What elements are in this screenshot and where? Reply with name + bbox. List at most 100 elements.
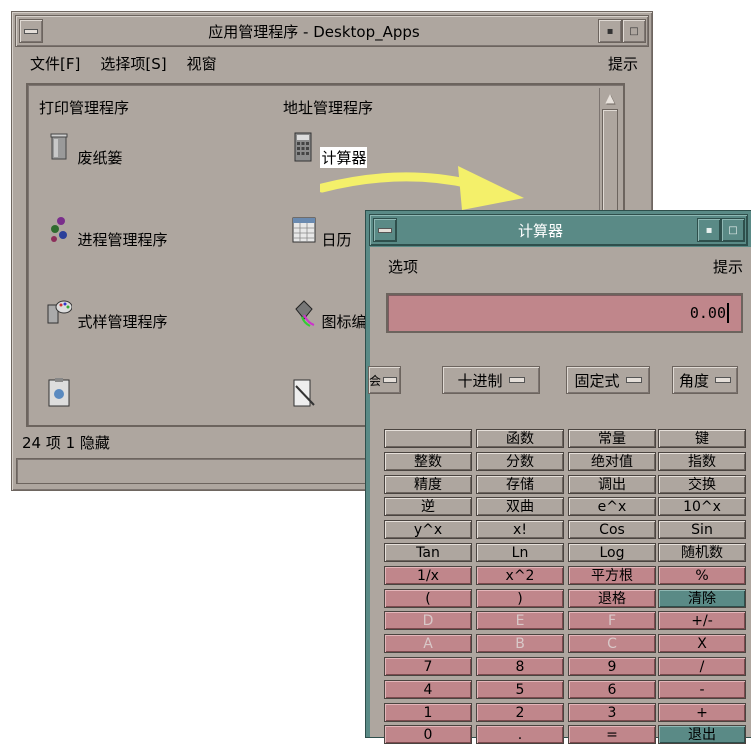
scroll-thumb[interactable] bbox=[602, 109, 618, 211]
palette-icon bbox=[47, 300, 73, 324]
app-manager-menubar: 文件[F] 选择项[S] 视窗 提示 bbox=[16, 50, 648, 76]
calc-key[interactable]: X bbox=[658, 634, 746, 653]
calc-maximize-button[interactable]: □ bbox=[721, 218, 745, 242]
mode-label: 会 bbox=[369, 373, 382, 388]
calc-key[interactable]: B bbox=[476, 634, 564, 653]
calc-key[interactable]: 1/x bbox=[384, 566, 472, 585]
calculator-title: 计算器 bbox=[517, 221, 563, 240]
app-item-style-manager[interactable]: 式样管理程序 bbox=[38, 295, 268, 332]
calc-key[interactable]: 清除 bbox=[658, 589, 746, 608]
notation-menu-button[interactable]: 固定式 bbox=[566, 366, 650, 394]
window-menu-button[interactable] bbox=[19, 19, 43, 43]
minimize-button[interactable]: ▪ bbox=[598, 19, 622, 43]
paint-bucket-icon bbox=[295, 300, 315, 327]
app-item-print-manager[interactable]: 打印管理程序 bbox=[38, 93, 268, 118]
window-menu-icon bbox=[20, 20, 42, 42]
calc-key[interactable]: 整数 bbox=[384, 452, 472, 471]
calc-key[interactable]: A bbox=[384, 634, 472, 653]
scroll-up-icon[interactable]: ▲ bbox=[603, 91, 617, 105]
calc-key[interactable]: 9 bbox=[568, 657, 656, 676]
app-manager-titlebar[interactable]: 应用管理程序 - Desktop_Apps ▪ □ bbox=[15, 15, 649, 47]
calc-key[interactable]: 存储 bbox=[476, 475, 564, 494]
calc-key[interactable]: 3 bbox=[568, 703, 656, 722]
calc-key[interactable]: D bbox=[384, 611, 472, 630]
calc-key[interactable]: Cos bbox=[568, 520, 656, 539]
menu-options[interactable]: 选择项[S] bbox=[100, 53, 166, 74]
calc-key[interactable]: 退出 bbox=[658, 725, 746, 744]
app-item-label: 进程管理程序 bbox=[77, 231, 168, 249]
calc-key[interactable]: e^x bbox=[568, 497, 656, 516]
calc-key[interactable]: 7 bbox=[384, 657, 472, 676]
calc-key[interactable]: +/- bbox=[658, 611, 746, 630]
calc-key[interactable]: E bbox=[476, 611, 564, 630]
app-item-clipboard[interactable] bbox=[38, 377, 268, 413]
calendar-icon bbox=[292, 217, 316, 243]
calc-key[interactable]: % bbox=[658, 566, 746, 585]
angle-label: 角度 bbox=[678, 371, 709, 390]
calc-window-menu-button[interactable] bbox=[373, 218, 397, 242]
app-item-trash[interactable]: 废纸篓 bbox=[38, 131, 268, 168]
calc-key[interactable]: . bbox=[476, 725, 564, 744]
calc-key[interactable]: 6 bbox=[568, 680, 656, 699]
menu-help[interactable]: 提示 bbox=[713, 256, 743, 277]
minimize-icon: ▪ bbox=[606, 25, 614, 37]
calc-key[interactable]: 绝对值 bbox=[568, 452, 656, 471]
calc-key[interactable]: Ln bbox=[476, 543, 564, 562]
menu-file[interactable]: 文件[F] bbox=[30, 53, 80, 74]
calc-key[interactable] bbox=[384, 429, 472, 448]
calc-key[interactable]: 分数 bbox=[476, 452, 564, 471]
calc-key[interactable]: y^x bbox=[384, 520, 472, 539]
calc-key[interactable]: Tan bbox=[384, 543, 472, 562]
calc-key[interactable]: 交换 bbox=[658, 475, 746, 494]
calc-key[interactable]: 常量 bbox=[568, 429, 656, 448]
calc-key[interactable]: ) bbox=[476, 589, 564, 608]
calculator-window: 计算器 ▪ □ 选项 提示 0.00 会 十进制 固定式 角度 函数 常量键整数分… bbox=[365, 210, 751, 744]
calc-key[interactable]: + bbox=[658, 703, 746, 722]
app-item-label: 废纸篓 bbox=[77, 149, 123, 167]
menu-options[interactable]: 选项 bbox=[388, 256, 418, 277]
trash-icon bbox=[50, 133, 68, 160]
clipboard-icon bbox=[48, 378, 70, 407]
calc-key[interactable]: / bbox=[658, 657, 746, 676]
mode-menu-button[interactable]: 会 bbox=[368, 366, 401, 394]
calc-key[interactable]: 0 bbox=[384, 725, 472, 744]
calc-key[interactable]: 5 bbox=[476, 680, 564, 699]
calc-key[interactable]: 10^x bbox=[658, 497, 746, 516]
calc-key[interactable]: 函数 bbox=[476, 429, 564, 448]
calc-key[interactable]: F bbox=[568, 611, 656, 630]
calc-key[interactable]: 退格 bbox=[568, 589, 656, 608]
calc-key[interactable]: Log bbox=[568, 543, 656, 562]
calc-minimize-button[interactable]: ▪ bbox=[697, 218, 721, 242]
calc-key[interactable]: 逆 bbox=[384, 497, 472, 516]
calc-key[interactable]: 指数 bbox=[658, 452, 746, 471]
menu-view[interactable]: 视窗 bbox=[187, 53, 217, 74]
app-manager-title: 应用管理程序 - Desktop_Apps bbox=[208, 22, 420, 41]
calc-key[interactable]: 2 bbox=[476, 703, 564, 722]
calc-key[interactable]: x^2 bbox=[476, 566, 564, 585]
dropdown-icon bbox=[383, 377, 397, 383]
calc-key[interactable]: 双曲 bbox=[476, 497, 564, 516]
calc-key[interactable]: = bbox=[568, 725, 656, 744]
calc-key[interactable]: 平方根 bbox=[568, 566, 656, 585]
app-item-process-manager[interactable]: 进程管理程序 bbox=[38, 213, 268, 250]
calc-key[interactable]: 8 bbox=[476, 657, 564, 676]
menu-help[interactable]: 提示 bbox=[608, 53, 638, 74]
maximize-button[interactable]: □ bbox=[622, 19, 646, 43]
calc-key[interactable]: C bbox=[568, 634, 656, 653]
calc-key[interactable]: x! bbox=[476, 520, 564, 539]
calc-key[interactable]: ( bbox=[384, 589, 472, 608]
base-menu-button[interactable]: 十进制 bbox=[442, 366, 540, 394]
app-item-label: 地址管理程序 bbox=[283, 99, 374, 117]
app-item-address-manager[interactable]: 地址管理程序 bbox=[282, 93, 512, 118]
calc-key[interactable]: 随机数 bbox=[658, 543, 746, 562]
calc-key[interactable]: 1 bbox=[384, 703, 472, 722]
calc-key[interactable]: Sin bbox=[658, 520, 746, 539]
calculator-menubar: 选项 提示 bbox=[370, 247, 751, 285]
calc-key[interactable]: 4 bbox=[384, 680, 472, 699]
calc-key[interactable]: 精度 bbox=[384, 475, 472, 494]
calculator-titlebar[interactable]: 计算器 ▪ □ bbox=[369, 214, 748, 246]
calc-key[interactable]: - bbox=[658, 680, 746, 699]
calc-key[interactable]: 键 bbox=[658, 429, 746, 448]
calc-key[interactable]: 调出 bbox=[568, 475, 656, 494]
angle-menu-button[interactable]: 角度 bbox=[672, 366, 738, 394]
